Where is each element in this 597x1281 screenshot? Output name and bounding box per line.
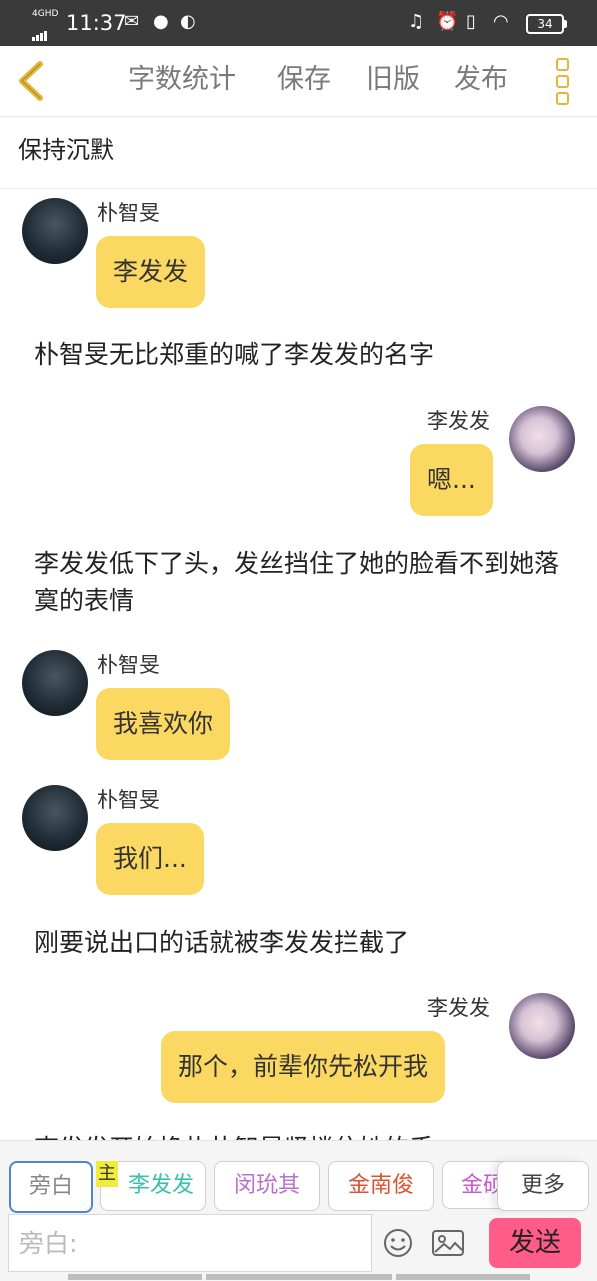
main-role-badge: 主 bbox=[96, 1161, 118, 1187]
image-button[interactable] bbox=[431, 1228, 465, 1258]
narration-text[interactable]: 朴智旻无比郑重的喊了李发发的名字 bbox=[34, 336, 574, 373]
narration-text[interactable]: 李发发开始挣扎朴智旻紧搂住她的手 bbox=[34, 1130, 574, 1140]
input-panel: 旁白 李发发 主 闵玧其 金南俊 金硕 更多 旁白: 发送 bbox=[0, 1140, 597, 1281]
wechat-icon: ✉ bbox=[124, 11, 140, 32]
message-bubble[interactable]: 嗯... bbox=[410, 444, 493, 516]
battery-icon: 34 bbox=[526, 14, 567, 34]
headphone-icon: ♫ bbox=[408, 11, 425, 32]
publish-button[interactable]: 发布 bbox=[454, 62, 508, 98]
emoji-button[interactable] bbox=[382, 1227, 414, 1259]
status-bar: 4GHD 11:37 ✉ ● ◐ ♫ ⏰ ▯ ◠ 34 bbox=[0, 0, 597, 46]
old-version-button[interactable]: 旧版 bbox=[366, 62, 420, 98]
message-bubble[interactable]: 李发发 bbox=[96, 236, 206, 308]
message-bubble[interactable]: 那个，前辈你先松开我 bbox=[161, 1031, 446, 1103]
role-label: 金南俊 bbox=[347, 1173, 414, 1198]
avatar[interactable] bbox=[22, 650, 88, 716]
sender-name: 朴智旻 bbox=[97, 653, 160, 677]
avatar[interactable] bbox=[22, 785, 88, 851]
role-chip-minyoongi[interactable]: 闵玧其 bbox=[214, 1161, 320, 1211]
avatar[interactable] bbox=[509, 993, 575, 1059]
qq-icon: ● bbox=[153, 11, 169, 32]
message-bubble[interactable]: 我喜欢你 bbox=[96, 688, 231, 760]
story-title[interactable]: 保持沉默 bbox=[18, 132, 114, 168]
sender-name: 朴智旻 bbox=[97, 201, 160, 225]
alarm-icon: ⏰ bbox=[436, 11, 459, 32]
narration-text[interactable]: 李发发低下了头，发丝挡住了她的脸看不到她落寞的表情 bbox=[34, 545, 574, 619]
network-type: 4GHD bbox=[32, 9, 59, 19]
more-roles-button[interactable]: 更多 bbox=[497, 1161, 589, 1211]
sender-name: 李发发 bbox=[427, 996, 490, 1020]
message-input[interactable]: 旁白: bbox=[8, 1214, 372, 1272]
sender-name: 李发发 bbox=[427, 409, 490, 433]
more-label: 更多 bbox=[520, 1173, 565, 1198]
clock: 11:37 bbox=[66, 11, 127, 35]
role-label: 闵玧其 bbox=[233, 1173, 300, 1198]
role-chip-kimnamjoon[interactable]: 金南俊 bbox=[328, 1161, 434, 1211]
signal-icon bbox=[32, 22, 48, 41]
emoji-icon bbox=[384, 1229, 412, 1257]
avatar[interactable] bbox=[22, 198, 88, 264]
system-nav-bar bbox=[0, 1274, 597, 1280]
divider bbox=[0, 188, 597, 189]
message-bubble[interactable]: 我们... bbox=[96, 823, 204, 895]
save-button[interactable]: 保存 bbox=[277, 62, 331, 98]
avatar[interactable] bbox=[509, 406, 575, 472]
role-chip-narrator[interactable]: 旁白 bbox=[9, 1161, 93, 1213]
narration-text[interactable]: 刚要说出口的话就被李发发拦截了 bbox=[34, 924, 574, 961]
image-icon bbox=[432, 1230, 464, 1256]
word-count-button[interactable]: 字数统计 bbox=[128, 62, 236, 98]
role-label: 旁白 bbox=[28, 1174, 73, 1199]
more-menu-icon[interactable] bbox=[556, 58, 572, 105]
app-icon: ◐ bbox=[180, 11, 196, 32]
back-button[interactable] bbox=[14, 58, 50, 104]
vibrate-icon: ▯ bbox=[466, 11, 476, 32]
role-label: 李发发 bbox=[127, 1173, 194, 1198]
chevron-left-icon bbox=[19, 61, 43, 101]
editor-toolbar: 字数统计 保存 旧版 发布 bbox=[0, 46, 597, 117]
send-button[interactable]: 发送 bbox=[489, 1218, 581, 1268]
wifi-icon: ◠ bbox=[493, 11, 509, 32]
sender-name: 朴智旻 bbox=[97, 788, 160, 812]
